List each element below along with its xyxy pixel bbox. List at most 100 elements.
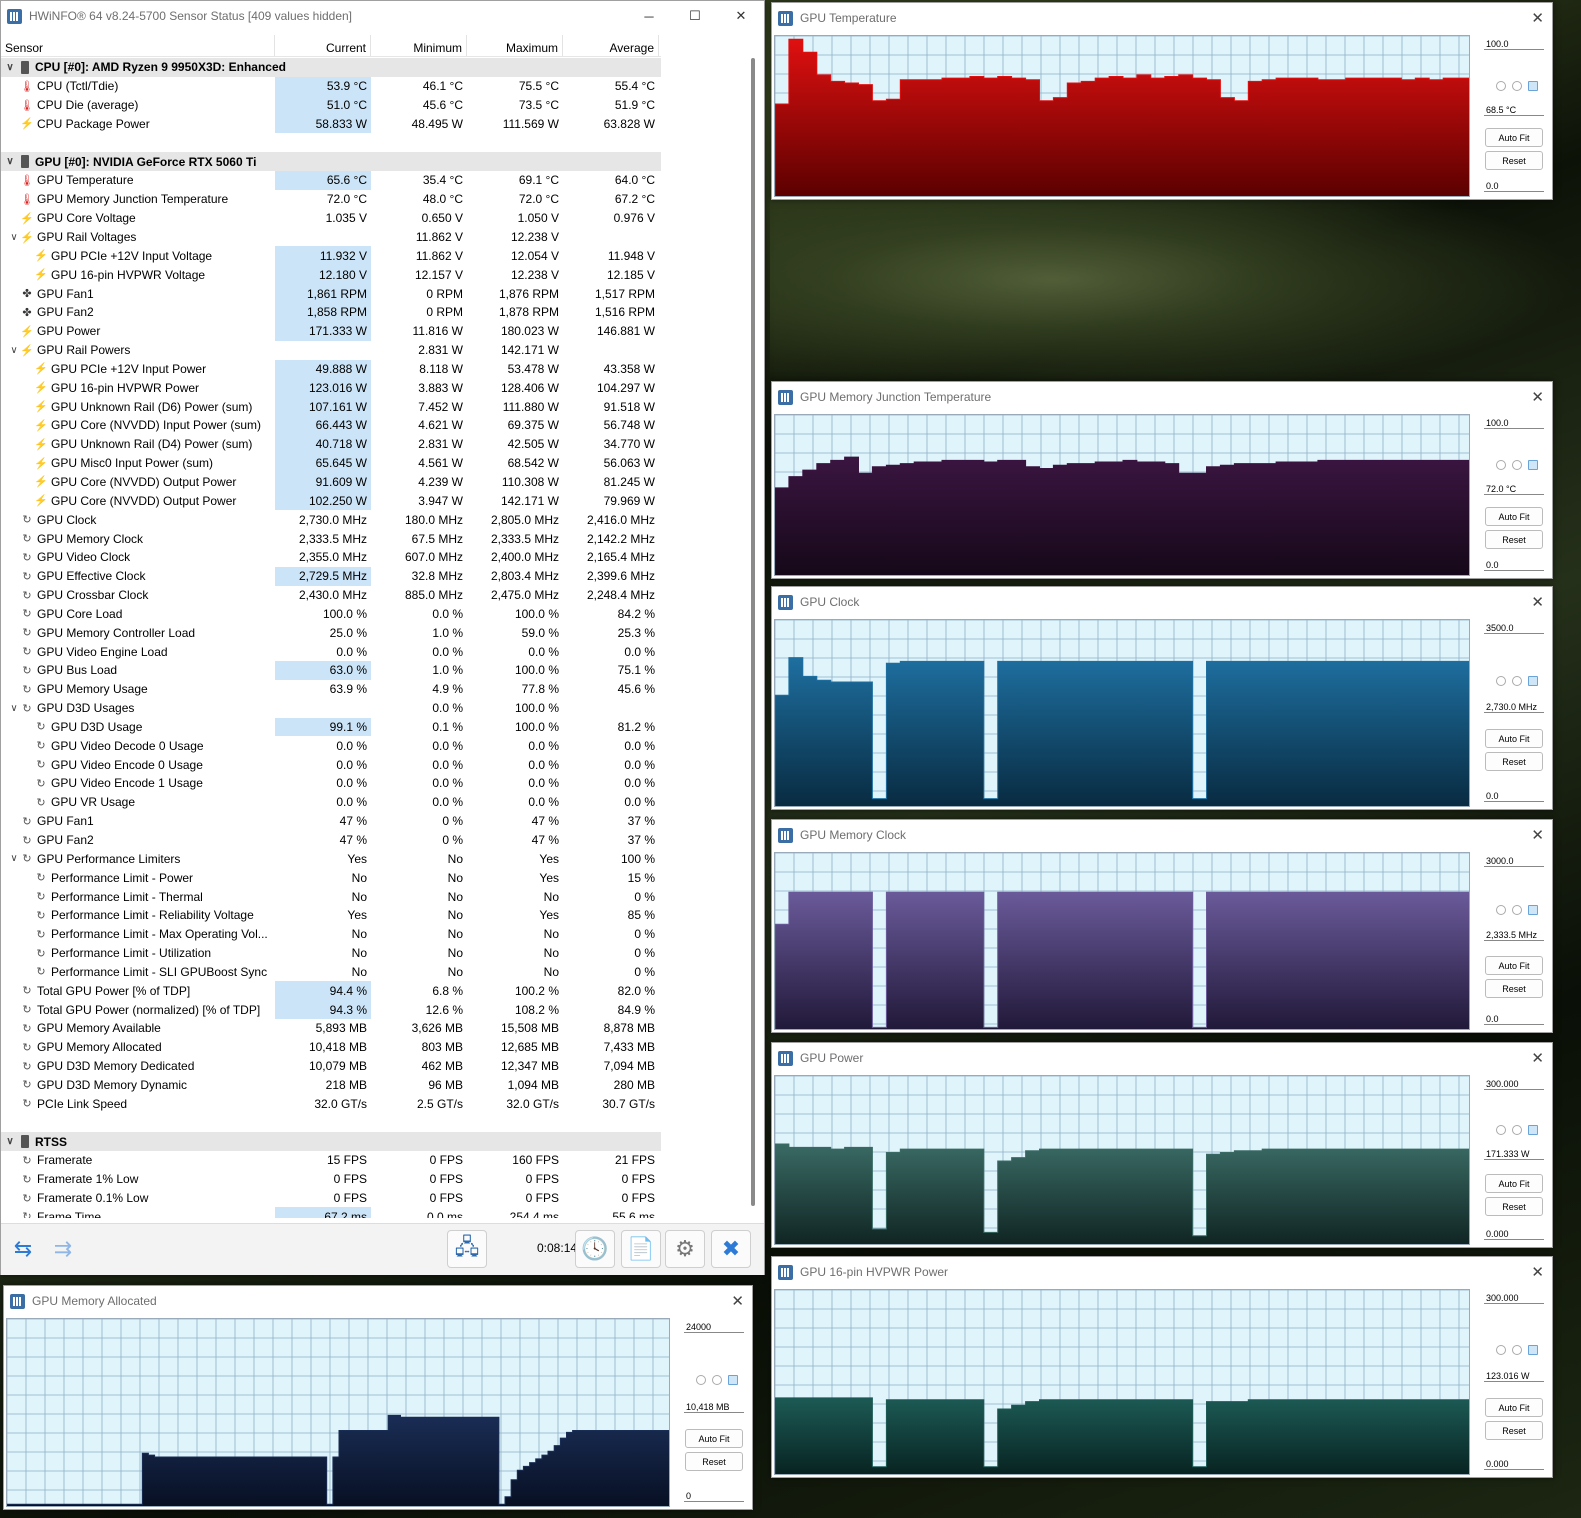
sensor-row[interactable]: ↻ Framerate 1% Low 0 FPS 0 FPS 0 FPS 0 FPS: [1, 1170, 661, 1189]
sensor-row[interactable]: ↻ GPU D3D Usage 99.1 % 0.1 % 100.0 % 81.2 %: [1, 717, 661, 737]
radio-option[interactable]: [712, 1375, 722, 1385]
radio-option-selected[interactable]: [728, 1375, 738, 1385]
sensor-row[interactable]: ⚡ GPU Unknown Rail (D4) Power (sum) 40.718…: [1, 434, 661, 454]
minimize-button[interactable]: ─: [626, 1, 672, 31]
radio-option[interactable]: [1496, 905, 1506, 915]
graph-title-bar[interactable]: GPU Clock ✕: [772, 587, 1552, 617]
sensor-row[interactable]: ⚡ GPU Core (NVVDD) Output Power 102.250 W3…: [1, 491, 661, 511]
sensor-row[interactable]: ↻ GPU Video Encode 1 Usage 0.0 % 0.0 % 0.0 %…: [1, 774, 661, 793]
collapse-icon[interactable]: ⇉: [43, 1230, 83, 1268]
graph-plot-area[interactable]: [6, 1318, 670, 1507]
sensor-row[interactable]: ↻ Total GPU Power [% of TDP] 94.4 % 6.8 % 10…: [1, 981, 661, 1001]
close-icon[interactable]: ✕: [731, 1292, 744, 1310]
sensor-row[interactable]: ✤ GPU Fan1 1,861 RPM 0 RPM 1,876 RPM 1,517 RP…: [1, 284, 661, 303]
scrollbar-thumb[interactable]: [751, 58, 755, 1206]
auto-fit-button[interactable]: Auto Fit: [1485, 128, 1543, 147]
settings-gear-icon[interactable]: ⚙: [665, 1230, 705, 1268]
expand-chevron-icon[interactable]: ∨: [3, 1136, 17, 1147]
sensor-row[interactable]: ⚡ GPU Power 171.333 W 11.816 W 180.023 W 146.…: [1, 321, 661, 341]
radio-option[interactable]: [1512, 81, 1522, 91]
sensor-row[interactable]: ⚡ GPU Core (NVVDD) Input Power (sum) 66.44…: [1, 416, 661, 435]
clock-icon[interactable]: 🕓: [575, 1230, 615, 1268]
radio-option-selected[interactable]: [1528, 1345, 1538, 1355]
close-button[interactable]: ✕: [718, 1, 764, 31]
sensor-row[interactable]: ↻ GPU Fan1 47 % 0 % 47 % 37 %: [1, 812, 661, 831]
expand-chevron-icon[interactable]: ∨: [7, 853, 21, 864]
graph-plot-area[interactable]: [774, 619, 1470, 807]
sensor-row[interactable]: ↻ Framerate 15 FPS 0 FPS 160 FPS 21 FPS: [1, 1151, 661, 1170]
sensor-row[interactable]: ∨ ⚡ GPU Rail Powers 2.831 W 142.171 W: [1, 341, 661, 360]
sensor-row[interactable]: ⚡ GPU Unknown Rail (D6) Power (sum) 107.16…: [1, 397, 661, 417]
sensor-row[interactable]: ↻ GPU Effective Clock 2,729.5 MHz 32.8 MHz 2…: [1, 566, 661, 586]
sensor-row[interactable]: ↻ GPU Memory Controller Load 25.0 % 1.0 % 59…: [1, 623, 661, 642]
sensor-row[interactable]: ∨ ↻ GPU Performance Limiters Yes No Yes 100 %: [1, 849, 661, 868]
graph-title-bar[interactable]: GPU Memory Junction Temperature ✕: [772, 382, 1552, 412]
sensor-row[interactable]: ⚡ GPU 16-pin HVPWR Voltage 12.180 V 12.157 …: [1, 265, 661, 285]
sensor-row[interactable]: ⚡ GPU 16-pin HVPWR Power 123.016 W 3.883 W1…: [1, 378, 661, 398]
radio-option[interactable]: [1496, 1125, 1506, 1135]
radio-option[interactable]: [1512, 1345, 1522, 1355]
auto-fit-button[interactable]: Auto Fit: [1485, 1398, 1543, 1417]
column-average[interactable]: Average: [563, 35, 659, 56]
column-sensor[interactable]: Sensor: [1, 35, 275, 56]
reset-button[interactable]: Reset: [1485, 1421, 1543, 1440]
graph-title-bar[interactable]: GPU Memory Clock ✕: [772, 820, 1552, 850]
sensor-row[interactable]: ⚡ GPU PCIe +12V Input Power 49.888 W 8.118 …: [1, 359, 661, 379]
sensor-row[interactable]: ↻ Performance Limit - Reliability Voltage…: [1, 906, 661, 925]
sensor-row[interactable]: ↻ Performance Limit - Utilization No No No 0 …: [1, 944, 661, 963]
graph-plot-area[interactable]: [774, 1075, 1470, 1245]
sensor-row[interactable]: ↻ GPU Video Decode 0 Usage 0.0 % 0.0 % 0.0 %…: [1, 736, 661, 755]
radio-option[interactable]: [1496, 676, 1506, 686]
sensor-row[interactable]: ↻ Performance Limit - Thermal No No No 0 %: [1, 887, 661, 906]
expand-chevron-icon[interactable]: ∨: [7, 703, 21, 714]
radio-option-selected[interactable]: [1528, 460, 1538, 470]
column-current[interactable]: Current: [275, 35, 371, 56]
sensor-row[interactable]: ✤ GPU Fan2 1,858 RPM 0 RPM 1,878 RPM 1,516 RP…: [1, 302, 661, 322]
expand-chevron-icon[interactable]: ∨: [7, 232, 21, 243]
auto-fit-button[interactable]: Auto Fit: [1485, 1174, 1543, 1193]
graph-plot-area[interactable]: [774, 1289, 1470, 1475]
sensor-row[interactable]: ↻ Framerate 0.1% Low 0 FPS 0 FPS 0 FPS 0 FPS: [1, 1189, 661, 1208]
column-minimum[interactable]: Minimum: [371, 35, 467, 56]
close-icon[interactable]: ✕: [1531, 593, 1544, 611]
column-maximum[interactable]: Maximum: [467, 35, 563, 56]
sensor-row[interactable]: ⚡ GPU PCIe +12V Input Voltage 11.932 V 11.8…: [1, 246, 661, 266]
sensor-row[interactable]: 🌡 GPU Temperature 65.6 °C 35.4 °C 69.1 °C 64.…: [1, 171, 661, 190]
report-icon[interactable]: 📄: [621, 1230, 661, 1268]
close-icon[interactable]: ✕: [1531, 1263, 1544, 1281]
graph-plot-area[interactable]: [774, 35, 1470, 197]
sensor-row[interactable]: 🌡 CPU Die (average) 51.0 °C 45.6 °C 73.5 °C 5…: [1, 95, 661, 115]
sensor-row[interactable]: 🌡 CPU (Tctl/Tdie) 53.9 °C 46.1 °C 75.5 °C 55.…: [1, 76, 661, 96]
sensor-row[interactable]: ↻ GPU Fan2 47 % 0 % 47 % 37 %: [1, 831, 661, 850]
sensor-row[interactable]: ↻ GPU Video Encode 0 Usage 0.0 % 0.0 % 0.0 %…: [1, 755, 661, 774]
title-bar[interactable]: HWiNFO® 64 v8.24-5700 Sensor Status [409…: [1, 1, 764, 31]
graph-title-bar[interactable]: GPU Memory Allocated ✕: [4, 1286, 752, 1316]
sensor-row[interactable]: ↻ Frame Time 67.2 ms 0.0 ms 254.4 ms 55.6 ms: [1, 1207, 661, 1218]
arrows-nav-icon[interactable]: ⇆: [3, 1230, 43, 1268]
sensor-group-header[interactable]: ∨ RTSS: [1, 1132, 661, 1151]
sensor-row[interactable]: ↻ GPU Clock 2,730.0 MHz 180.0 MHz 2,805.0 MH…: [1, 510, 661, 529]
sensor-row[interactable]: ↻ GPU Memory Clock 2,333.5 MHz 67.5 MHz 2,33…: [1, 529, 661, 548]
radio-option-selected[interactable]: [1528, 1125, 1538, 1135]
vertical-scrollbar[interactable]: [749, 58, 757, 1218]
sensor-row[interactable]: ↻ GPU Video Engine Load 0.0 % 0.0 % 0.0 % 0.0…: [1, 642, 661, 661]
sensor-row[interactable]: ↻ GPU Crossbar Clock 2,430.0 MHz 885.0 MHz 2…: [1, 586, 661, 605]
sensor-row[interactable]: ↻ Performance Limit - Power No No Yes 15 %: [1, 868, 661, 887]
close-icon[interactable]: ✕: [1531, 9, 1544, 27]
sensor-row[interactable]: ⚡ GPU Core (NVVDD) Output Power 91.609 W 4.…: [1, 472, 661, 492]
close-x-icon[interactable]: ✖: [711, 1230, 751, 1268]
reset-button[interactable]: Reset: [685, 1452, 743, 1471]
sensor-row[interactable]: ↻ PCIe Link Speed 32.0 GT/s 2.5 GT/s 32.0 GT…: [1, 1094, 661, 1113]
sensor-row[interactable]: ⚡ GPU Core Voltage 1.035 V 0.650 V 1.050 V 0.…: [1, 209, 661, 228]
graph-title-bar[interactable]: GPU Temperature ✕: [772, 3, 1552, 33]
graph-plot-area[interactable]: [774, 414, 1470, 576]
close-icon[interactable]: ✕: [1531, 1049, 1544, 1067]
graph-title-bar[interactable]: GPU Power ✕: [772, 1043, 1552, 1073]
auto-fit-button[interactable]: Auto Fit: [1485, 729, 1543, 748]
reset-button[interactable]: Reset: [1485, 530, 1543, 549]
graph-title-bar[interactable]: GPU 16-pin HVPWR Power ✕: [772, 1257, 1552, 1287]
network-icon[interactable]: 🖧: [447, 1230, 487, 1268]
sensor-row[interactable]: ↻ GPU Core Load 100.0 % 0.0 % 100.0 % 84.2 %: [1, 604, 661, 623]
sensor-table[interactable]: ∨ CPU [#0]: AMD Ryzen 9 9950X3D: Enhanced…: [1, 58, 661, 1218]
sensor-row[interactable]: ↻ Performance Limit - Max Operating Vol..…: [1, 925, 661, 944]
